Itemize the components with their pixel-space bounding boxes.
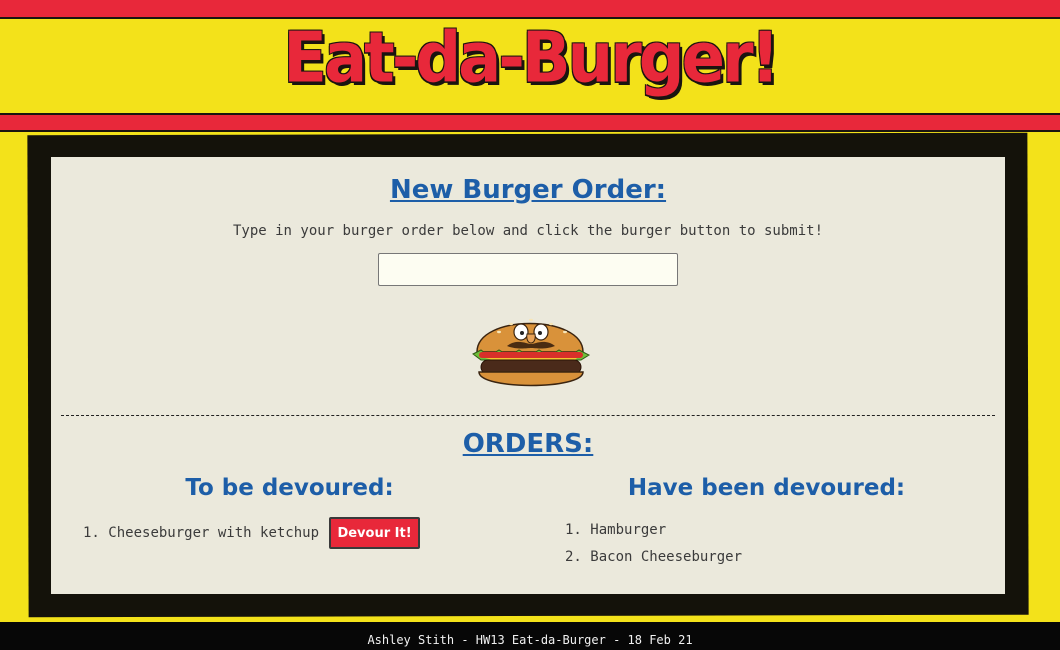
footer: Ashley Stith - HW13 Eat-da-Burger - 18 F… xyxy=(0,622,1060,650)
list-item-name: Cheeseburger with ketchup xyxy=(108,525,320,541)
orders-heading: ORDERS: xyxy=(462,429,594,459)
list-item-name: Hamburger xyxy=(590,522,667,538)
submit-burger-button[interactable] xyxy=(469,300,593,396)
new-order-heading: New Burger Order: xyxy=(389,175,667,205)
site-header: Eat-da-Burger! xyxy=(0,0,1060,132)
burger-icon xyxy=(472,318,591,387)
main-panel: New Burger Order: Type in your burger or… xyxy=(51,157,1005,594)
header-stripe-top xyxy=(0,0,1060,19)
header-stripe-bottom xyxy=(0,113,1060,132)
to-be-devoured-list: 1. Cheeseburger with ketchup Devour It! xyxy=(83,517,420,549)
devour-it-button[interactable]: Devour It! xyxy=(329,517,420,549)
page-title: Eat-da-Burger! xyxy=(283,19,780,99)
list-item-number: 1. xyxy=(565,522,582,538)
devoured-list: 1. Hamburger 2. Bacon Cheeseburger xyxy=(565,517,742,571)
to-be-devoured-heading: To be devoured: xyxy=(185,475,394,501)
burger-name-input[interactable] xyxy=(378,253,678,286)
order-instructions: Type in your burger order below and clic… xyxy=(232,223,823,239)
list-item-name: Bacon Cheeseburger xyxy=(590,549,743,565)
list-item-number: 2. xyxy=(565,549,582,565)
devoured-heading: Have been devoured: xyxy=(627,475,906,501)
list-item: 2. Bacon Cheeseburger xyxy=(565,544,742,571)
list-item: 1. Hamburger xyxy=(565,517,742,544)
list-item-number: 1. xyxy=(83,525,100,541)
section-divider xyxy=(61,415,995,416)
list-item: 1. Cheeseburger with ketchup Devour It! xyxy=(83,517,420,549)
